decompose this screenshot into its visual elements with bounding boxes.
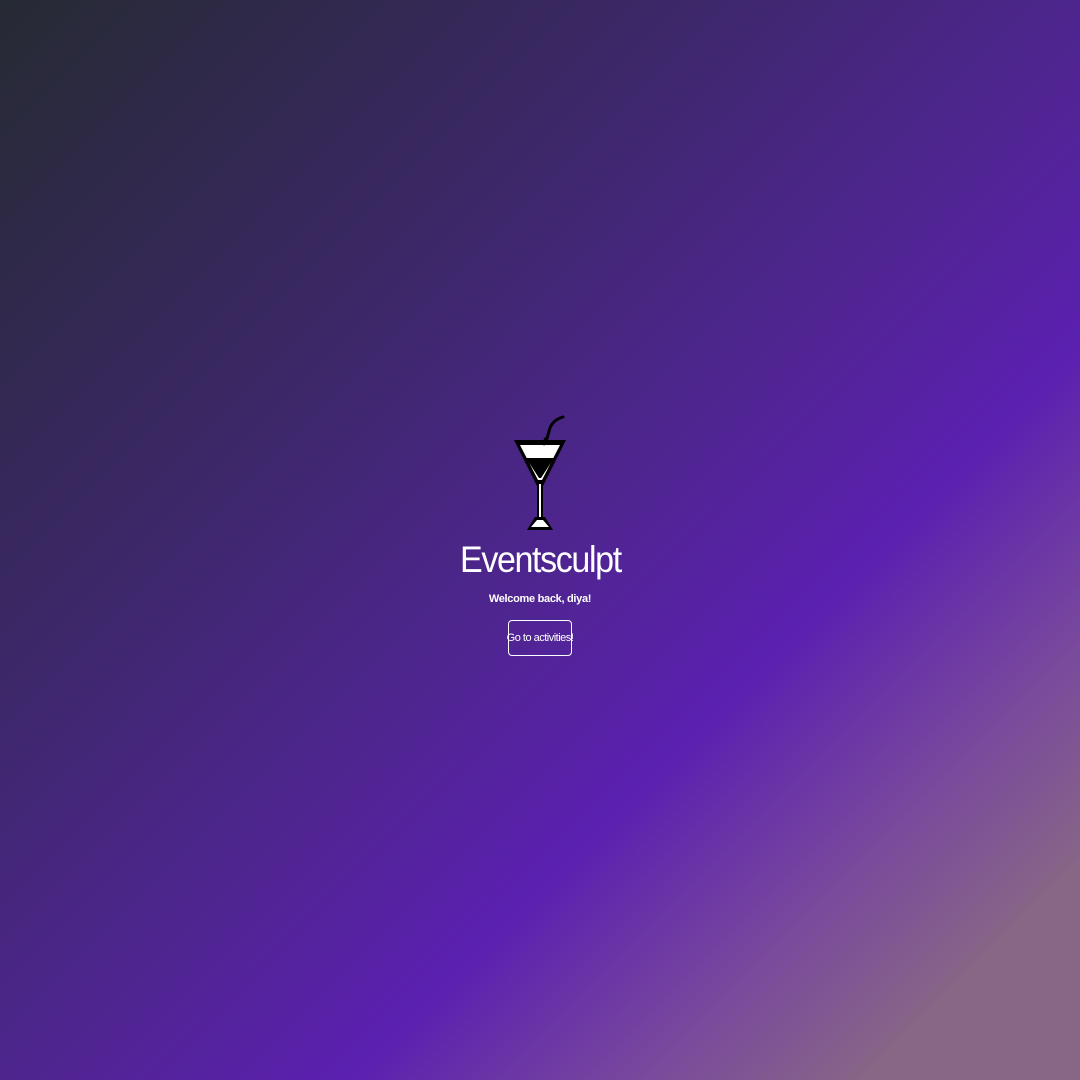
app-title: Eventsculpt [459, 539, 622, 580]
landing-panel: Eventsculpt Welcome back, diya! Go to ac… [0, 414, 1080, 656]
cocktail-glass-icon [514, 415, 566, 530]
welcome-message: Welcome back, diya! [488, 593, 592, 605]
go-to-activities-button[interactable]: Go to activities! [507, 620, 574, 656]
